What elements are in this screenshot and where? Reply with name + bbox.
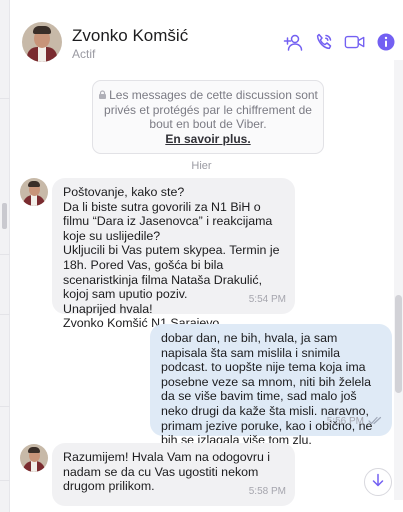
lock-icon	[98, 88, 107, 99]
info-icon[interactable]	[375, 31, 397, 53]
scroll-marker	[2, 203, 7, 229]
divider	[0, 254, 10, 255]
contact-avatar[interactable]	[22, 22, 62, 62]
day-separator: Hier	[191, 160, 212, 172]
divider	[0, 314, 10, 315]
message-time: 5:58 PM	[248, 486, 286, 498]
message-time: 5:56 PM	[326, 416, 364, 428]
message-text: dobar dan, ne bih, hvala, ja sam napisal…	[161, 331, 373, 448]
header-actions	[282, 31, 397, 53]
divider	[0, 406, 10, 407]
contact-name[interactable]: Zvonko Komšić	[72, 26, 188, 46]
incoming-message[interactable]: Poštovanje, kako ste? Da li biste sutra …	[52, 178, 295, 330]
chat-scrollbar[interactable]	[394, 60, 403, 500]
divider	[0, 480, 10, 481]
learn-more-link[interactable]: En savoir plus.	[165, 132, 250, 146]
chat-header: Zvonko Komšić Actif	[10, 0, 403, 78]
read-receipt-icon	[368, 414, 383, 429]
message-time: 5:54 PM	[248, 294, 286, 306]
scroll-to-bottom-button[interactable]	[364, 468, 392, 496]
sender-avatar[interactable]	[20, 178, 48, 206]
encryption-notice-text: Les messages de cette discussion sont pr…	[104, 88, 318, 131]
divider	[0, 98, 10, 99]
conversation-list-edge	[0, 0, 10, 512]
incoming-message[interactable]: Razumijem! Hvala Vam na odogovru i nadam…	[52, 443, 295, 506]
contact-status: Actif	[72, 47, 96, 61]
scrollbar-thumb[interactable]	[395, 295, 402, 393]
outgoing-message[interactable]: dobar dan, ne bih, hvala, ja sam napisal…	[150, 324, 392, 447]
add-participant-icon[interactable]	[282, 31, 304, 53]
message-text: Poštovanje, kako ste? Da li biste sutra …	[63, 185, 280, 331]
call-icon[interactable]	[313, 31, 335, 53]
video-call-icon[interactable]	[344, 31, 366, 53]
arrow-down-icon	[371, 473, 385, 492]
encryption-notice: Les messages de cette discussion sont pr…	[92, 80, 324, 154]
sender-avatar[interactable]	[20, 444, 48, 472]
